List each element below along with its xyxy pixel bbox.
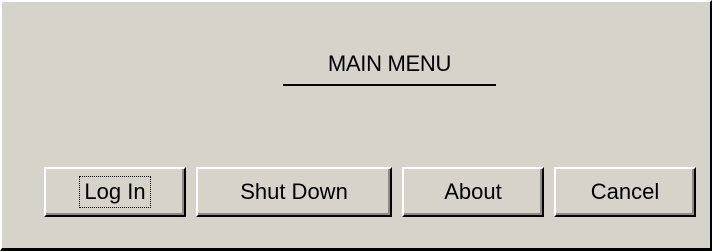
title-underline [283,84,496,86]
shut-down-button-label: Shut Down [240,179,348,204]
shut-down-button[interactable]: Shut Down [196,167,392,217]
cancel-button[interactable]: Cancel [554,167,696,217]
log-in-button-label: Log In [79,176,151,208]
about-button-label: About [444,179,502,204]
main-menu-window: MAIN MENU Log In Shut Down About Cancel [0,0,712,251]
menu-title: MAIN MENU [327,51,452,76]
about-button[interactable]: About [402,167,544,217]
cancel-button-label: Cancel [590,179,660,204]
log-in-button[interactable]: Log In [44,167,186,217]
